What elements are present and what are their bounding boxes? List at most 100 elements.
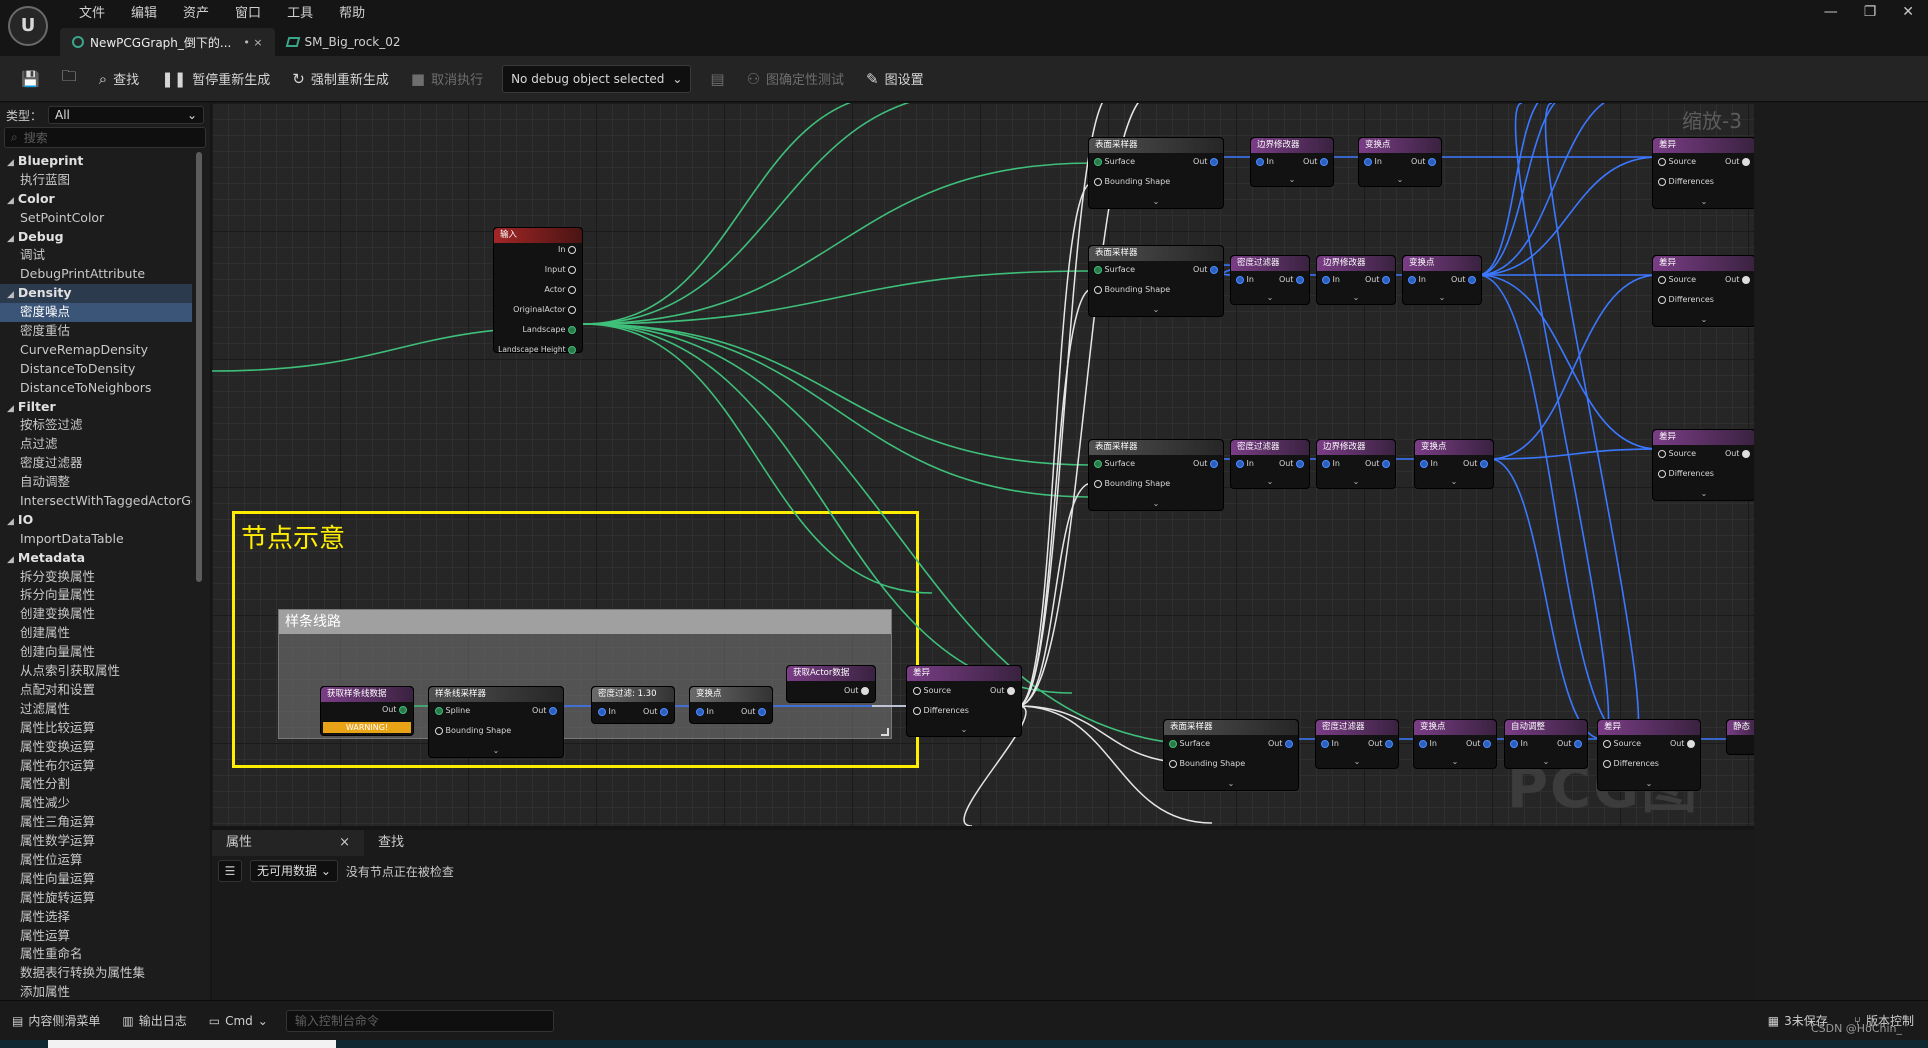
palette-item[interactable]: 属性数学运算 xyxy=(0,832,192,851)
chevron-down-icon[interactable]: ⌄ xyxy=(1451,477,1458,486)
tab-static-mesh[interactable]: SM_Big_rock_02 xyxy=(275,28,413,56)
pin-out[interactable]: Out xyxy=(741,707,766,716)
pin-in[interactable]: In xyxy=(1322,275,1340,284)
bounds-modifier-node[interactable]: 边界修改器 In Out ⌄ xyxy=(1250,137,1334,187)
pin-in[interactable]: In xyxy=(1420,459,1438,468)
pin-in[interactable]: In xyxy=(598,707,616,716)
pin-source[interactable]: Source xyxy=(1658,449,1696,458)
palette-item[interactable]: 属性减少 xyxy=(0,794,192,813)
palette-item[interactable]: 密度重估 xyxy=(0,322,192,341)
menu-help[interactable]: 帮助 xyxy=(326,3,378,25)
palette-category[interactable]: ◢ Density xyxy=(0,284,192,304)
pin-source[interactable]: Source xyxy=(1658,275,1696,284)
pin-bounding-shape[interactable]: Bounding Shape xyxy=(1094,177,1170,186)
chevron-down-icon[interactable]: ⌄ xyxy=(1153,197,1160,206)
chevron-down-icon[interactable]: ⌄ xyxy=(1701,315,1708,324)
palette-item[interactable]: 过滤属性 xyxy=(0,700,192,719)
chevron-down-icon[interactable]: ⌄ xyxy=(1397,175,1404,184)
palette-item[interactable]: 密度噪点 xyxy=(0,303,192,323)
chevron-down-icon[interactable]: ⌄ xyxy=(1354,757,1361,766)
density-filter-node[interactable]: 密度过滤器 In Out ⌄ xyxy=(1315,719,1399,769)
palette-item[interactable]: 添加属性 xyxy=(0,983,192,1000)
caret-down-icon[interactable]: ◢ xyxy=(7,234,14,244)
type-select[interactable]: All ⌄ xyxy=(48,106,204,124)
pin-in[interactable]: In xyxy=(1236,275,1254,284)
menu-tools[interactable]: 工具 xyxy=(274,3,326,25)
palette-item[interactable]: 点过滤 xyxy=(0,435,192,454)
chevron-down-icon[interactable]: ⌄ xyxy=(1153,305,1160,314)
chevron-down-icon[interactable]: ⌄ xyxy=(1646,779,1653,788)
transform-points-node[interactable]: 变换点 In Out xyxy=(689,686,773,724)
pin-out[interactable]: Out xyxy=(1725,275,1750,284)
debug-object-select[interactable]: No debug object selected ⌄ xyxy=(502,64,692,93)
menu-asset[interactable]: 资产 xyxy=(170,3,222,25)
palette-item[interactable]: 属性重命名 xyxy=(0,945,192,964)
filter-icon[interactable]: ☰ xyxy=(218,860,242,882)
palette-item[interactable]: 执行蓝图 xyxy=(0,171,192,190)
pin-out[interactable]: Out xyxy=(1193,459,1218,468)
pin-out[interactable]: Out xyxy=(1368,739,1393,748)
difference-node[interactable]: 差异 Source Differences Out ⌄ xyxy=(1652,137,1754,209)
palette-item[interactable]: 属性向量运算 xyxy=(0,870,192,889)
palette-item[interactable]: 属性选择 xyxy=(0,908,192,927)
palette-item[interactable]: 自动调整 xyxy=(0,473,192,492)
pin-surface[interactable]: Surface xyxy=(1169,739,1210,748)
caret-down-icon[interactable]: ◢ xyxy=(7,158,14,168)
palette-item[interactable]: 创建变换属性 xyxy=(0,605,192,624)
pin-bounding-shape[interactable]: Bounding Shape xyxy=(435,726,511,735)
spline-sampler-node[interactable]: 样条线采样器 Spline Bounding Shape Out ⌄ xyxy=(428,686,564,758)
palette-item[interactable]: 数据表行转换为属性集 xyxy=(0,964,192,983)
pin-bounding-shape[interactable]: Bounding Shape xyxy=(1094,285,1170,294)
cmd-select[interactable]: ▭ Cmd ⌄ xyxy=(205,1014,272,1028)
pin-surface[interactable]: Surface xyxy=(1094,157,1135,166)
pin-out[interactable]: Out xyxy=(1725,157,1750,166)
palette-scrollbar[interactable] xyxy=(196,152,202,582)
difference-node[interactable]: 差异 Source Differences Out ⌄ xyxy=(906,665,1022,737)
palette-item[interactable]: DebugPrintAttribute xyxy=(0,265,192,284)
get-spline-data-node[interactable]: 获取样条线数据 Out WARNING! xyxy=(320,686,414,736)
pin-source[interactable]: Source xyxy=(1603,739,1641,748)
pin-differences[interactable]: Differences xyxy=(913,706,969,715)
caret-down-icon[interactable]: ◢ xyxy=(7,290,14,300)
chevron-down-icon[interactable]: ⌄ xyxy=(1267,293,1274,302)
pin-original-actor[interactable]: OriginalActor xyxy=(513,305,576,314)
graph-canvas[interactable]: 节点示意 样条线路 缩放-3 PCG图表 输入 In Input Actor O… xyxy=(212,103,1754,826)
pin-in[interactable]: In xyxy=(1419,739,1437,748)
force-regen-button[interactable]: ↻ 强制重新生成 xyxy=(283,63,398,95)
palette-search-input[interactable]: ⌕ 搜索 xyxy=(4,127,206,148)
chevron-down-icon[interactable]: ⌄ xyxy=(1289,175,1296,184)
chevron-down-icon[interactable]: ⌄ xyxy=(493,746,500,755)
pin-out[interactable]: Out xyxy=(1670,739,1695,748)
palette-item[interactable]: 属性运算 xyxy=(0,927,192,946)
console-command-input[interactable]: 输入控制台命令 xyxy=(285,1009,554,1032)
density-filter-node[interactable]: 密度过滤器 In Out ⌄ xyxy=(1230,439,1310,489)
transform-points-node[interactable]: 变换点 In Out ⌄ xyxy=(1414,439,1494,489)
menu-file[interactable]: 文件 xyxy=(66,3,118,25)
pin-out[interactable]: Out xyxy=(532,706,557,715)
input-node[interactable]: 输入 In Input Actor OriginalActor Landscap… xyxy=(493,227,583,354)
pin-in[interactable]: In xyxy=(696,707,714,716)
restore-button[interactable]: ❐ xyxy=(1864,4,1877,20)
pin-out[interactable]: Out xyxy=(1268,739,1293,748)
pin-bounding-shape[interactable]: Bounding Shape xyxy=(1169,759,1245,768)
density-filter-node[interactable]: 密度过滤器 In Out ⌄ xyxy=(1230,255,1310,305)
menu-edit[interactable]: 编辑 xyxy=(118,3,170,25)
pin-in[interactable]: In xyxy=(1364,157,1382,166)
transform-points-node[interactable]: 变换点 In Out ⌄ xyxy=(1402,255,1482,305)
caret-down-icon[interactable]: ◢ xyxy=(7,404,14,414)
pin-source[interactable]: Source xyxy=(1658,157,1696,166)
palette-item[interactable]: 创建向量属性 xyxy=(0,643,192,662)
difference-node[interactable]: 差异 Source Differences Out ⌄ xyxy=(1597,719,1701,791)
pin-bounding-shape[interactable]: Bounding Shape xyxy=(1094,479,1170,488)
chevron-down-icon[interactable]: ⌄ xyxy=(1267,477,1274,486)
pin-out[interactable]: Out xyxy=(1411,157,1436,166)
pin-differences[interactable]: Differences xyxy=(1658,469,1714,478)
pause-regen-button[interactable]: ❚❚ 暂停重新生成 xyxy=(152,63,279,95)
determinism-test-button[interactable]: ⚇ 图确定性测试 xyxy=(738,63,853,95)
tab-find[interactable]: 查找 xyxy=(364,830,418,856)
palette-category[interactable]: ◢ Debug xyxy=(0,228,192,247)
surface-sampler-node[interactable]: 表面采样器 Surface Bounding Shape Out ⌄ xyxy=(1163,719,1299,791)
save-button[interactable]: 💾 xyxy=(12,63,49,95)
pin-out[interactable]: Out xyxy=(1466,739,1491,748)
pin-out[interactable]: Out xyxy=(1279,275,1304,284)
